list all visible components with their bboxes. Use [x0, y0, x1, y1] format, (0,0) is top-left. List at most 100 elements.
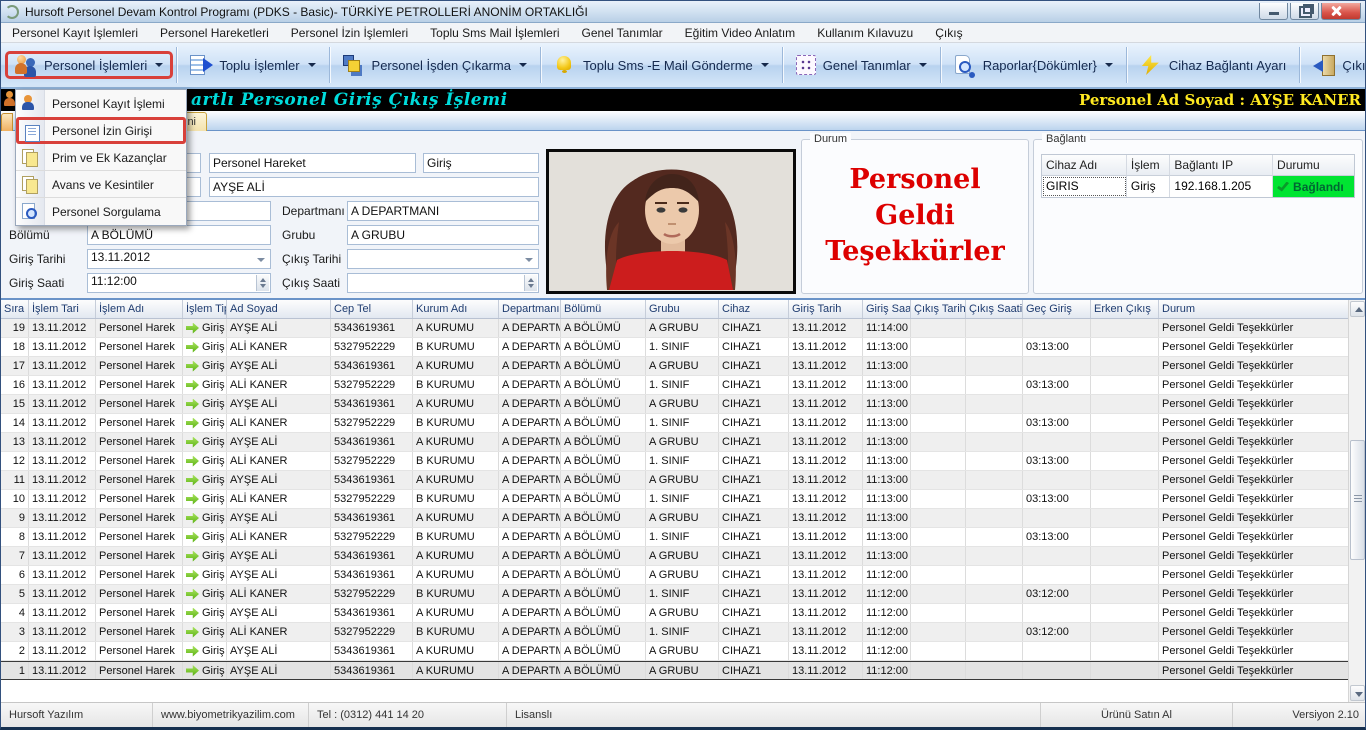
toolbar-button[interactable]: Toplu İşlemler — [180, 51, 325, 79]
table-row[interactable]: 1613.11.2012Personel HarekGirişALİ KANER… — [1, 376, 1365, 395]
restore-button[interactable] — [1290, 3, 1319, 20]
grid-column-header[interactable]: Çıkış Saati — [966, 300, 1023, 318]
menu-item[interactable]: Çıkış — [924, 23, 973, 42]
ad-soyad-field[interactable] — [209, 177, 539, 197]
cikis-tarihi-field[interactable] — [347, 249, 539, 269]
grid-column-header[interactable]: Geç Giriş — [1023, 300, 1091, 318]
menu-item-2[interactable]: Personel İzin Girişi — [16, 117, 186, 144]
grid-column-header[interactable]: İşlem Tip — [183, 300, 227, 318]
giris-tarihi-field[interactable]: 13.11.2012 — [87, 249, 271, 269]
table-cell: A BÖLÜMÜ — [561, 585, 646, 603]
table-row[interactable]: 313.11.2012Personel HarekGirişALİ KANER5… — [1, 623, 1365, 642]
statusbar-buy-link[interactable]: Ürünü Satın Al — [1041, 703, 1233, 727]
table-cell: A GRUBU — [646, 642, 719, 660]
scroll-up-arrow[interactable] — [1350, 301, 1365, 317]
toolbar-button[interactable]: Çıkış — [1303, 51, 1366, 79]
col-islem[interactable]: İşlem — [1127, 155, 1171, 176]
menu-item[interactable]: Toplu Sms Mail İşlemleri — [419, 23, 570, 42]
grid-column-header[interactable]: Kurum Adı — [413, 300, 499, 318]
vertical-scrollbar[interactable] — [1348, 300, 1365, 702]
toolbar-button[interactable]: Toplu Sms -E Mail Gönderme — [544, 51, 779, 79]
table-row[interactable]: 413.11.2012Personel HarekGirişAYŞE ALİ53… — [1, 604, 1365, 623]
col-baglanti-ip[interactable]: Bağlantı IP — [1170, 155, 1273, 176]
departman-field[interactable] — [347, 201, 539, 221]
grup-field[interactable] — [347, 225, 539, 245]
table-cell: 1. SINIF — [646, 585, 719, 603]
table-row[interactable]: 1813.11.2012Personel HarekGirişALİ KANER… — [1, 338, 1365, 357]
grid-column-header[interactable]: Departmanı — [499, 300, 561, 318]
table-cell: 4 — [1, 604, 29, 622]
cikis-saati-label: Çıkış Saati — [282, 276, 340, 290]
menu-item[interactable]: Personel İzin İşlemleri — [280, 23, 419, 42]
table-row[interactable]: 513.11.2012Personel HarekGirişALİ KANER5… — [1, 585, 1365, 604]
statusbar-website[interactable]: www.biyometrikyazilim.com — [153, 703, 309, 727]
table-row[interactable]: 613.11.2012Personel HarekGirişAYŞE ALİ53… — [1, 566, 1365, 585]
grid-column-header[interactable]: İşlem Adı — [96, 300, 183, 318]
menu-item-5[interactable]: Personel Sorgulama — [16, 198, 186, 225]
toolbar-button[interactable]: Cihaz Bağlantı Ayarı — [1130, 51, 1297, 79]
grid-column-header[interactable]: Durum — [1159, 300, 1350, 318]
table-row[interactable]: 1913.11.2012Personel HarekGirişAYŞE ALİ5… — [1, 319, 1365, 338]
menu-item[interactable]: Personel Hareketleri — [149, 23, 280, 42]
menu-item-4[interactable]: Avans ve Kesintiler — [16, 171, 186, 198]
giris-saati-field[interactable]: 11:12:00 — [87, 273, 271, 293]
table-cell — [911, 395, 966, 413]
header-banner: artlı Personel Giriş Çıkış İşlemi Person… — [1, 89, 1365, 111]
menu-item[interactable]: Personel Kayıt İşlemleri — [1, 23, 149, 42]
grid-column-header[interactable]: Cihaz — [719, 300, 789, 318]
bolum-label: Bölümü — [9, 228, 50, 242]
table-cell: A KURUMU — [413, 433, 499, 451]
menu-item[interactable]: Eğitim Video Anlatım — [674, 23, 807, 42]
col-cihaz-adi[interactable]: Cihaz Adı — [1042, 155, 1127, 176]
table-row[interactable]: 1413.11.2012Personel HarekGirişALİ KANER… — [1, 414, 1365, 433]
grid-column-header[interactable]: Giriş Saati — [863, 300, 911, 318]
grid-column-header[interactable]: Çıkış Tarih — [911, 300, 966, 318]
scroll-thumb[interactable] — [1350, 440, 1365, 560]
table-cell: 13.11.2012 — [29, 662, 96, 679]
table-row[interactable]: 1013.11.2012Personel HarekGirişALİ KANER… — [1, 490, 1365, 509]
table-cell: Personel Geldi Teşekkürler — [1159, 585, 1350, 603]
table-cell: Personel Harek — [96, 357, 183, 375]
toolbar-button[interactable]: Raporlar{Dökümler} — [944, 51, 1123, 79]
islem-adi-field[interactable] — [209, 153, 416, 173]
menu-item[interactable]: Genel Tanımlar — [571, 23, 674, 42]
table-row[interactable]: 1713.11.2012Personel HarekGirişAYŞE ALİ5… — [1, 357, 1365, 376]
cikis-saati-field[interactable] — [347, 273, 539, 293]
spinner-buttons[interactable] — [524, 275, 537, 291]
menu-item-3[interactable]: Prim ve Ek Kazançlar — [16, 144, 186, 171]
table-row[interactable]: 1513.11.2012Personel HarekGirişAYŞE ALİ5… — [1, 395, 1365, 414]
table-row[interactable]: 813.11.2012Personel HarekGirişALİ KANER5… — [1, 528, 1365, 547]
table-cell: Personel Geldi Teşekkürler — [1159, 623, 1350, 641]
menu-item-1[interactable]: Personel Kayıt İşlemi — [16, 90, 186, 117]
giris-arrow-icon — [186, 513, 199, 524]
table-row[interactable]: 913.11.2012Personel HarekGirişAYŞE ALİ53… — [1, 509, 1365, 528]
grid-column-header[interactable]: Bölümü — [561, 300, 646, 318]
grid-column-header[interactable]: Ad Soyad — [227, 300, 331, 318]
table-row[interactable]: 713.11.2012Personel HarekGirişAYŞE ALİ53… — [1, 547, 1365, 566]
scroll-down-arrow[interactable] — [1350, 685, 1365, 701]
status-message: Personel Geldi Teşekkürler — [802, 162, 1028, 270]
bolum-field[interactable] — [87, 225, 271, 245]
table-row[interactable]: 113.11.2012Personel HarekGirişAYŞE ALİ53… — [1, 661, 1365, 680]
grid-column-header[interactable]: Erken Çıkış — [1091, 300, 1159, 318]
minimize-button[interactable] — [1259, 3, 1288, 20]
table-row[interactable]: 1113.11.2012Personel HarekGirişAYŞE ALİ5… — [1, 471, 1365, 490]
menu-item[interactable]: Kullanım Kılavuzu — [806, 23, 924, 42]
spinner-buttons[interactable] — [256, 275, 269, 291]
grid-column-header[interactable]: İşlem Tari — [29, 300, 96, 318]
table-cell: 13.11.2012 — [29, 566, 96, 584]
close-button[interactable] — [1321, 3, 1361, 20]
grid-column-header[interactable]: Sıra — [1, 300, 29, 318]
islem-tipi-field[interactable] — [423, 153, 539, 173]
col-durumu[interactable]: Durumu — [1273, 155, 1354, 176]
table-row[interactable]: 213.11.2012Personel HarekGirişAYŞE ALİ53… — [1, 642, 1365, 661]
toolbar-button[interactable]: Personel İşden Çıkarma — [333, 51, 537, 79]
grid-column-header[interactable]: Grubu — [646, 300, 719, 318]
table-row[interactable]: 1213.11.2012Personel HarekGirişALİ KANER… — [1, 452, 1365, 471]
table-row[interactable]: 1313.11.2012Personel HarekGirişAYŞE ALİ5… — [1, 433, 1365, 452]
connection-row[interactable]: GIRIS Giriş 192.168.1.205 Bağlandı — [1042, 176, 1354, 197]
grid-column-header[interactable]: Cep Tel — [331, 300, 413, 318]
toolbar-button[interactable]: Personel İşlemleri — [5, 51, 173, 79]
toolbar-button[interactable]: Genel Tanımlar — [786, 51, 937, 79]
grid-column-header[interactable]: Giriş Tarih — [789, 300, 863, 318]
